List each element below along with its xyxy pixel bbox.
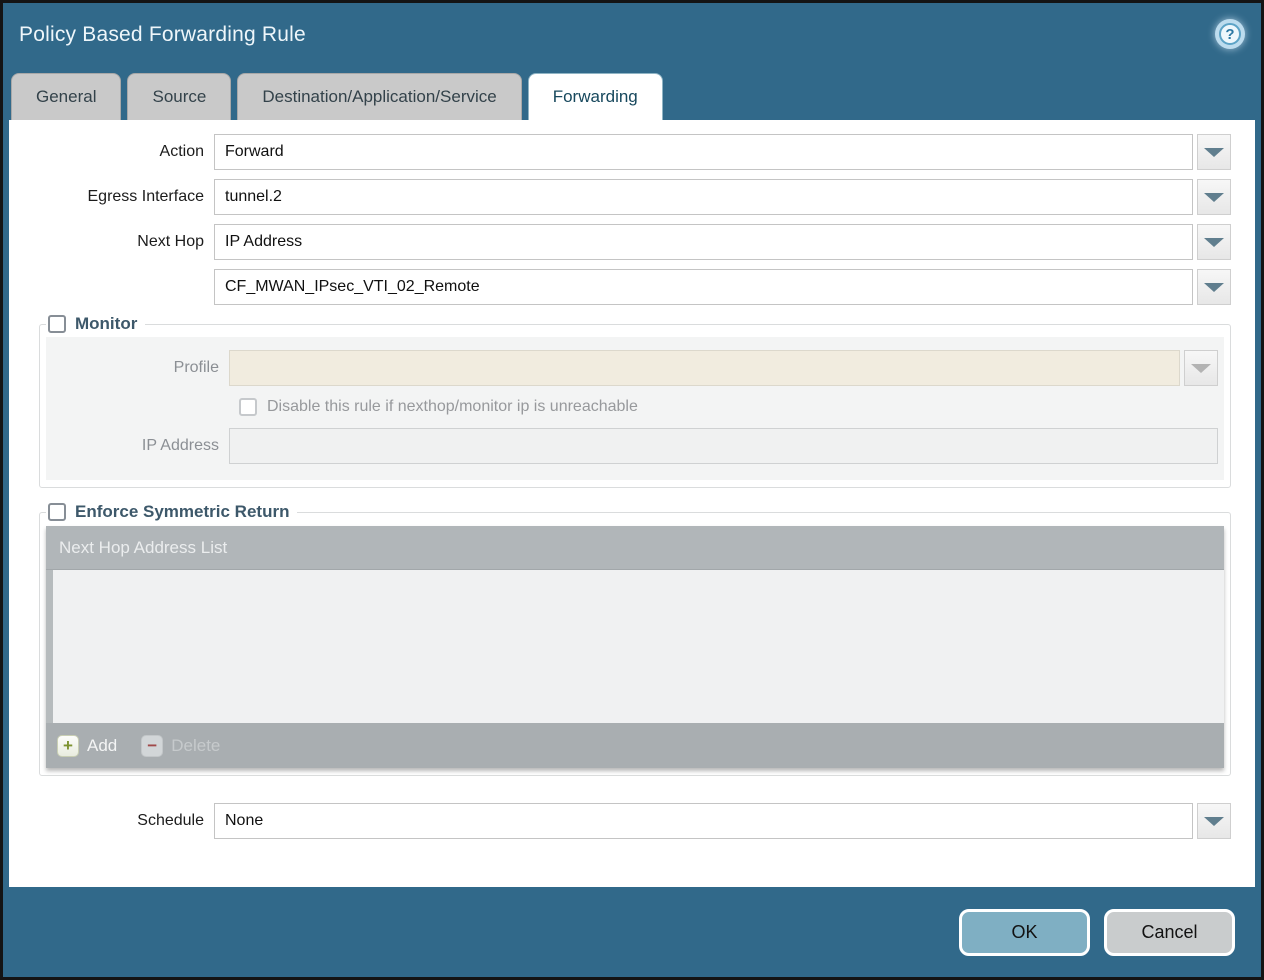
- ok-button[interactable]: OK: [959, 909, 1090, 956]
- next-hop-type-select[interactable]: IP Address: [214, 224, 1193, 260]
- pbf-rule-dialog: Policy Based Forwarding Rule ? General S…: [0, 0, 1264, 980]
- cancel-button[interactable]: Cancel: [1104, 909, 1235, 956]
- next-hop-address-dropdown-button[interactable]: [1197, 269, 1231, 305]
- delete-button-label: Delete: [171, 736, 220, 756]
- minus-icon: −: [141, 735, 163, 757]
- tab-bar: General Source Destination/Application/S…: [3, 67, 1261, 120]
- chevron-down-icon: [1191, 364, 1211, 373]
- chevron-down-icon: [1204, 238, 1224, 247]
- action-select[interactable]: Forward: [214, 134, 1193, 170]
- next-hop-address-select[interactable]: CF_MWAN_IPsec_VTI_02_Remote: [214, 269, 1193, 305]
- forwarding-tab-panel: Action Forward Egress Interface tunnel.2…: [9, 120, 1255, 887]
- monitor-title: Monitor: [75, 314, 137, 334]
- next-hop-address-list-footer: + Add − Delete: [46, 723, 1224, 768]
- next-hop-address-list-header: Next Hop Address List: [46, 526, 1224, 570]
- plus-icon: +: [57, 735, 79, 757]
- tab-source[interactable]: Source: [127, 73, 231, 120]
- monitor-ip-input: [229, 428, 1218, 464]
- next-hop-address-list-body[interactable]: [46, 570, 1224, 723]
- action-row: Action Forward: [17, 134, 1231, 170]
- schedule-label: Schedule: [17, 812, 214, 830]
- next-hop-address-list-table: Next Hop Address List + Add − Delete: [46, 526, 1224, 768]
- profile-select: [229, 350, 1180, 386]
- esr-legend: Enforce Symmetric Return: [46, 502, 297, 522]
- question-mark-icon: ?: [1219, 23, 1241, 45]
- tab-destination-application-service[interactable]: Destination/Application/Service: [237, 73, 521, 120]
- chevron-down-icon: [1204, 283, 1224, 292]
- help-icon[interactable]: ?: [1215, 19, 1245, 49]
- profile-dropdown-button: [1184, 350, 1218, 386]
- profile-row: Profile: [46, 350, 1218, 386]
- delete-button[interactable]: − Delete: [141, 735, 220, 757]
- monitor-group: Monitor Profile Disable this rule if nex…: [39, 314, 1231, 488]
- monitor-legend: Monitor: [46, 314, 145, 334]
- enforce-symmetric-return-title: Enforce Symmetric Return: [75, 502, 289, 522]
- dialog-title: Policy Based Forwarding Rule: [19, 23, 306, 47]
- tab-general[interactable]: General: [11, 73, 121, 120]
- add-button[interactable]: + Add: [57, 735, 117, 757]
- profile-label: Profile: [46, 359, 229, 377]
- enforce-symmetric-return-checkbox[interactable]: [48, 503, 66, 521]
- schedule-row: Schedule None: [17, 803, 1231, 839]
- schedule-dropdown-button[interactable]: [1197, 803, 1231, 839]
- next-hop-label: Next Hop: [17, 233, 214, 251]
- tab-forwarding[interactable]: Forwarding: [528, 73, 663, 120]
- egress-interface-label: Egress Interface: [17, 188, 214, 206]
- disable-rule-checkbox: [239, 398, 257, 416]
- action-label: Action: [17, 143, 214, 161]
- enforce-symmetric-return-group: Enforce Symmetric Return Next Hop Addres…: [39, 502, 1231, 776]
- add-button-label: Add: [87, 736, 117, 756]
- dialog-footer: OK Cancel: [3, 887, 1261, 977]
- monitor-ip-label: IP Address: [46, 437, 229, 455]
- egress-interface-dropdown-button[interactable]: [1197, 179, 1231, 215]
- monitor-ip-row: IP Address: [46, 428, 1218, 464]
- dialog-titlebar: Policy Based Forwarding Rule: [3, 3, 1261, 67]
- chevron-down-icon: [1204, 193, 1224, 202]
- egress-interface-select[interactable]: tunnel.2: [214, 179, 1193, 215]
- action-dropdown-button[interactable]: [1197, 134, 1231, 170]
- egress-interface-row: Egress Interface tunnel.2: [17, 179, 1231, 215]
- next-hop-dropdown-button[interactable]: [1197, 224, 1231, 260]
- disable-rule-row: Disable this rule if nexthop/monitor ip …: [239, 398, 1224, 416]
- schedule-select[interactable]: None: [214, 803, 1193, 839]
- monitor-panel: Profile Disable this rule if nexthop/mon…: [46, 337, 1224, 480]
- next-hop-row: Next Hop IP Address: [17, 224, 1231, 260]
- disable-rule-label: Disable this rule if nexthop/monitor ip …: [267, 398, 638, 416]
- monitor-checkbox[interactable]: [48, 315, 66, 333]
- next-hop-address-row: CF_MWAN_IPsec_VTI_02_Remote: [17, 269, 1231, 305]
- chevron-down-icon: [1204, 817, 1224, 826]
- chevron-down-icon: [1204, 148, 1224, 157]
